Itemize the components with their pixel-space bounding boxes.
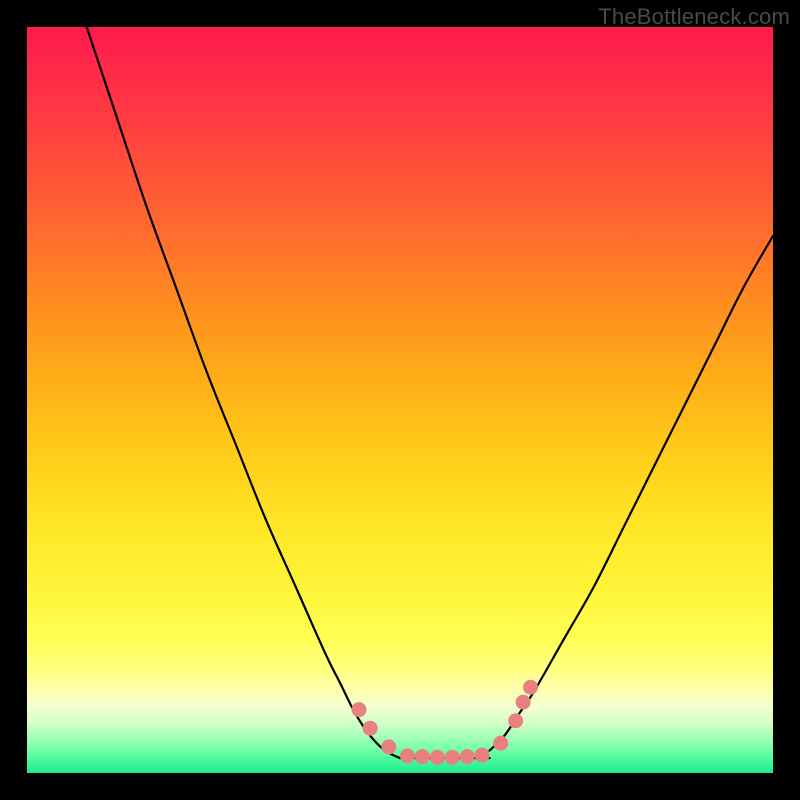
data-marker (493, 736, 508, 751)
data-marker (523, 680, 538, 695)
chart-frame: TheBottleneck.com (0, 0, 800, 800)
curve-left-branch (87, 27, 400, 758)
curve-right (490, 236, 773, 751)
data-marker (400, 748, 415, 763)
data-markers (351, 680, 538, 765)
data-marker (508, 713, 523, 728)
data-marker (415, 749, 430, 764)
bottleneck-curve-svg (27, 27, 773, 773)
data-marker (351, 702, 366, 717)
data-marker (516, 695, 531, 710)
data-marker (430, 750, 445, 765)
curve-right-branch (490, 236, 773, 751)
curve-left (87, 27, 400, 758)
data-marker (475, 748, 490, 763)
data-marker (363, 721, 378, 736)
data-marker (445, 750, 460, 765)
data-marker (460, 749, 475, 764)
data-marker (381, 739, 396, 754)
plot-area (27, 27, 773, 773)
watermark-text: TheBottleneck.com (598, 4, 790, 30)
